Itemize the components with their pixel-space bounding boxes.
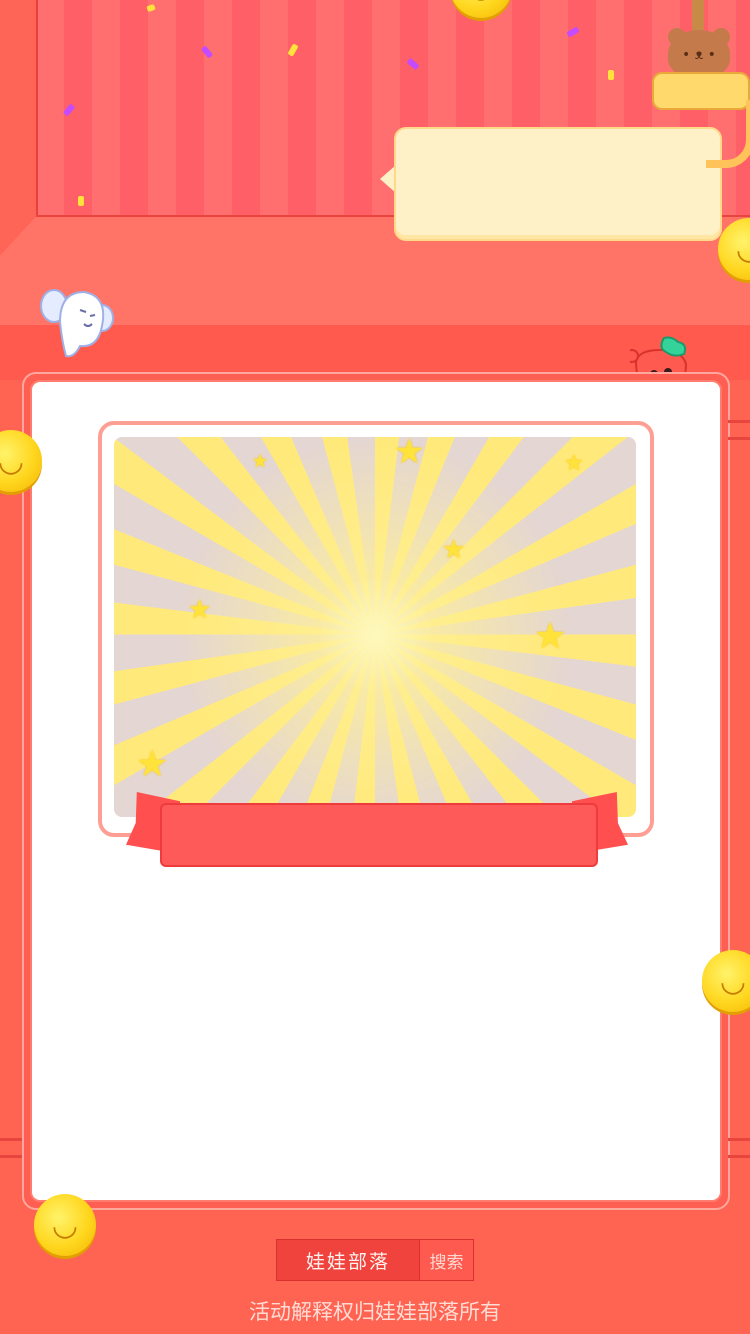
- search-bar: 娃娃部落 搜索: [276, 1239, 474, 1281]
- footer-disclaimer: 活动解释权归娃娃部落所有: [249, 1300, 501, 1324]
- star-icon: ★: [394, 437, 425, 472]
- frame-rail: [728, 420, 750, 440]
- frame-rail: [0, 1138, 22, 1158]
- star-icon: ★: [252, 451, 269, 472]
- search-input[interactable]: 娃娃部落: [276, 1239, 420, 1281]
- confetti-piece: [608, 70, 614, 80]
- star-icon: ★: [564, 451, 584, 476]
- star-icon: ★: [442, 535, 466, 565]
- ghost-mascot-icon: [40, 282, 114, 360]
- star-icon: ★: [188, 595, 212, 625]
- claw-arm: [706, 100, 750, 168]
- star-icon: ★: [136, 744, 169, 785]
- confetti-piece: [78, 196, 84, 206]
- speech-bubble: [394, 127, 722, 241]
- frame-rail: [728, 1138, 750, 1158]
- search-button[interactable]: 搜索: [420, 1239, 474, 1281]
- star-icon: ★: [534, 616, 567, 657]
- teddy-bear-icon: • ᴥ •: [668, 30, 730, 78]
- smiley-coin-icon: ◡: [34, 1194, 96, 1256]
- prize-photo-placeholder: ★ ★ ★ ★ ★ ★ ★: [114, 437, 636, 817]
- prize-title-ribbon: [160, 803, 598, 867]
